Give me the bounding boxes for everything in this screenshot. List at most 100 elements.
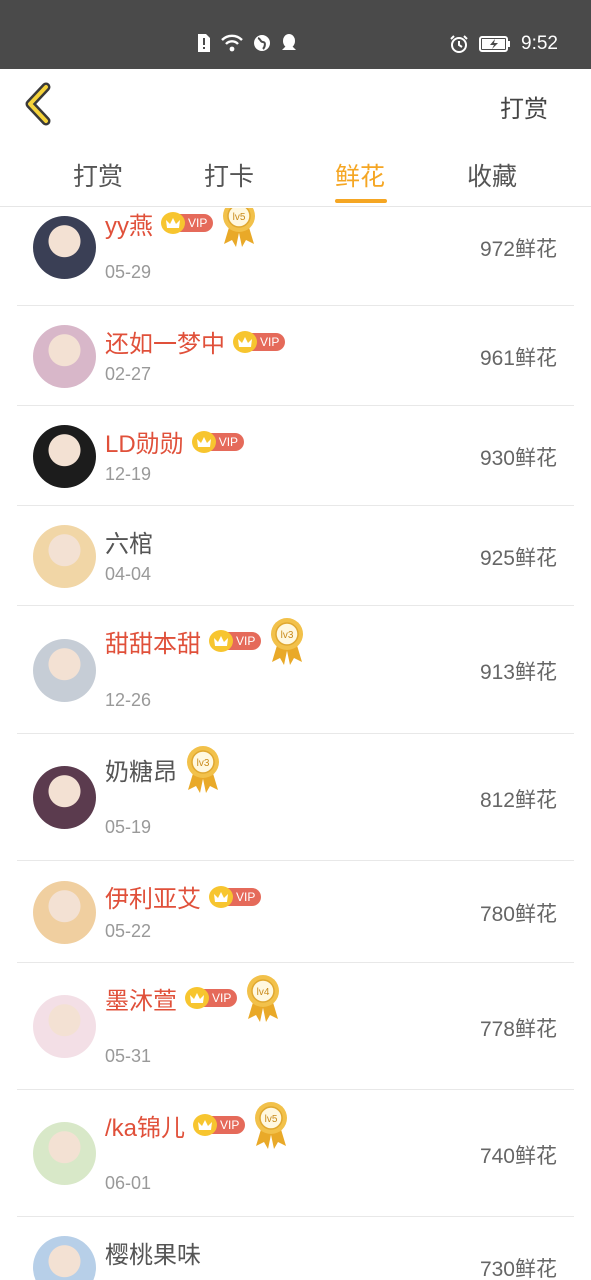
crown-icon: [233, 330, 257, 353]
vip-badge: VIP: [191, 430, 245, 453]
level-badge-icon: lv4: [245, 973, 281, 1023]
level-badge-icon: lv5: [221, 208, 257, 248]
avatar[interactable]: [33, 216, 96, 279]
level-badge-icon: lv3: [185, 744, 221, 794]
tab-checkin[interactable]: 打卡: [204, 157, 254, 193]
avatar[interactable]: [33, 639, 96, 702]
list-item[interactable]: 甜甜本甜 VIP lv3 12-26 913鲜花: [17, 606, 574, 734]
list-item[interactable]: 还如一梦中 VIP 02-27 961鲜花: [17, 306, 574, 406]
svg-text:lv5: lv5: [233, 212, 246, 223]
status-time: 9:52: [521, 33, 558, 54]
user-name[interactable]: yy燕: [105, 208, 153, 241]
date-text: 12-19: [105, 464, 152, 484]
tab-flowers[interactable]: 鲜花: [335, 157, 385, 193]
svg-text:lv5: lv5: [265, 1114, 278, 1125]
avatar[interactable]: [33, 881, 96, 944]
flower-count: 961鲜花: [479, 347, 557, 370]
crown-icon: [209, 630, 233, 652]
sim-alert-icon: [198, 34, 210, 52]
list-item[interactable]: 樱桃果味 730鲜花: [17, 1217, 574, 1280]
back-button[interactable]: [20, 81, 60, 127]
date-text: 05-19: [105, 817, 152, 837]
flower-count: 925鲜花: [479, 547, 557, 570]
chevron-left-icon: [25, 82, 51, 126]
name-line: LD勋勋 VIP: [105, 424, 245, 459]
list-item[interactable]: 六棺 04-04 925鲜花: [17, 506, 574, 606]
user-name[interactable]: LD勋勋: [105, 424, 184, 459]
crown-icon: [193, 1114, 218, 1136]
user-name[interactable]: 还如一梦中: [105, 324, 225, 359]
vip-badge: VIP: [233, 330, 286, 353]
crown-icon: [185, 987, 209, 1009]
crown-icon: [191, 430, 216, 453]
name-line: 伊利亚艾 VIP: [105, 879, 262, 914]
tab-tip[interactable]: 打赏: [73, 157, 123, 193]
flower-count: 778鲜花: [479, 1018, 557, 1041]
name-line: /ka锦儿 VIP lv5: [105, 1100, 289, 1150]
svg-text:lv4: lv4: [257, 987, 270, 998]
date-text: 05-22: [105, 921, 152, 941]
user-name[interactable]: 六棺: [105, 524, 153, 559]
svg-text:lv3: lv3: [281, 630, 294, 641]
name-line: 还如一梦中 VIP: [105, 324, 286, 359]
date-text: 05-31: [105, 1046, 152, 1066]
date-text: 05-29: [105, 262, 152, 282]
flower-count: 730鲜花: [479, 1258, 557, 1280]
crown-icon: [161, 212, 185, 234]
user-name[interactable]: 伊利亚艾: [105, 879, 201, 914]
vip-badge: VIP: [209, 630, 262, 652]
user-name[interactable]: 甜甜本甜: [105, 624, 201, 659]
vip-badge: VIP: [193, 1114, 246, 1136]
list-item[interactable]: LD勋勋 VIP 12-19 930鲜花: [17, 406, 574, 506]
flower-count: 740鲜花: [479, 1145, 557, 1168]
avatar[interactable]: [33, 525, 96, 588]
list-item[interactable]: 伊利亚艾 VIP 05-22 780鲜花: [17, 861, 574, 963]
avatar[interactable]: [33, 766, 96, 829]
crown-icon: [209, 885, 233, 908]
user-name[interactable]: /ka锦儿: [105, 1108, 185, 1143]
flower-count: 930鲜花: [479, 447, 557, 470]
avatar[interactable]: [33, 1122, 96, 1185]
status-icons-right: 9:52: [449, 33, 558, 55]
flower-count: 913鲜花: [479, 661, 557, 684]
globe-icon: [254, 35, 270, 51]
level-badge-icon: lv3: [269, 616, 305, 666]
tab-bar: 打赏 打卡 鲜花 收藏: [0, 141, 591, 207]
level-badge-icon: lv5: [253, 1100, 289, 1150]
flower-count: 812鲜花: [479, 789, 557, 812]
svg-text:lv3: lv3: [197, 758, 210, 769]
avatar[interactable]: [33, 425, 96, 488]
list-item[interactable]: 奶糖昂 lv3 05-19 812鲜花: [17, 734, 574, 861]
user-name[interactable]: 奶糖昂: [105, 752, 177, 787]
date-text: 02-27: [105, 364, 152, 384]
flower-count: 780鲜花: [479, 903, 557, 926]
name-line: 墨沐萱 VIP lv4: [105, 973, 281, 1023]
user-name[interactable]: 樱桃果味: [105, 1235, 201, 1270]
name-line: 樱桃果味: [105, 1235, 201, 1270]
avatar[interactable]: [33, 995, 96, 1058]
ranking-list: yy燕 VIP lv5 05-29 972鲜花还如一梦中 VIP 02-27 961鲜花 LD勋…: [0, 208, 591, 1280]
date-text: 04-04: [105, 564, 152, 584]
flower-count: 972鲜花: [479, 238, 557, 261]
avatar[interactable]: [33, 325, 96, 388]
status-bar: 9:52: [0, 0, 591, 69]
list-item[interactable]: 墨沐萱 VIP lv4 05-31 778鲜花: [17, 963, 574, 1090]
battery-charging-icon: [479, 36, 511, 52]
date-text: 12-26: [105, 690, 152, 710]
vip-badge: VIP: [209, 885, 262, 908]
list-item[interactable]: yy燕 VIP lv5 05-29 972鲜花: [17, 208, 574, 306]
vip-badge: VIP: [161, 212, 214, 234]
name-line: yy燕 VIP lv5: [105, 208, 257, 248]
date-text: 06-01: [105, 1173, 152, 1193]
tip-button[interactable]: 打赏: [500, 89, 548, 124]
top-header: 打赏: [0, 69, 591, 141]
active-tab-indicator: [335, 199, 387, 203]
list-item[interactable]: /ka锦儿 VIP lv5 06-01 740鲜花: [17, 1090, 574, 1217]
tab-favorites[interactable]: 收藏: [467, 157, 517, 193]
name-line: 甜甜本甜 VIP lv3: [105, 616, 305, 666]
qq-icon: [282, 34, 296, 50]
avatar[interactable]: [33, 1236, 96, 1280]
wifi-icon: [221, 34, 243, 52]
user-name[interactable]: 墨沐萱: [105, 981, 177, 1016]
name-line: 奶糖昂 lv3: [105, 744, 221, 794]
